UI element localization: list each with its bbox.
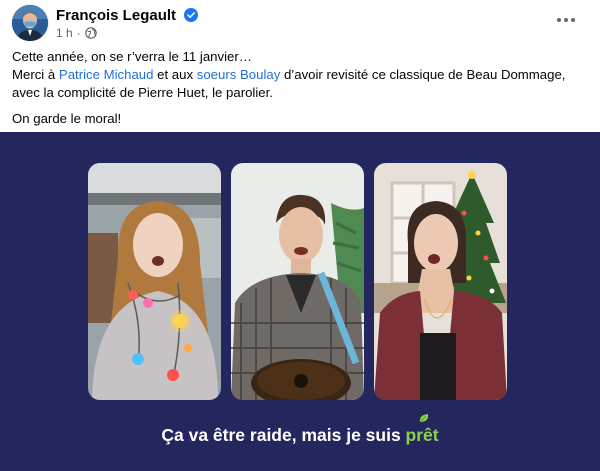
meta-separator: · (76, 26, 81, 40)
post-line-2-pre: Merci à (12, 67, 59, 82)
author-name[interactable]: François Legault (56, 7, 176, 24)
post-line-2-mid: et aux (153, 67, 197, 82)
lyrics-accent-word: prêt (405, 425, 439, 445)
lyrics-accent-word-wrap: prêt (405, 414, 439, 445)
facebook-post: François Legault 1 h · Cette année, on s… (0, 0, 600, 471)
mention-link-soeurs-boulay[interactable]: soeurs Boulay (197, 67, 281, 82)
post-timestamp[interactable]: 1 h (56, 26, 73, 40)
video-tile-singer-1 (88, 163, 221, 400)
post-paragraph-1: Cette année, on se r’verra le 11 janvier… (12, 48, 588, 102)
video-tile-singer-3 (374, 163, 507, 400)
more-options-button[interactable] (552, 10, 580, 30)
post-header: François Legault 1 h · (0, 0, 600, 46)
post-line-3: On garde le moral! (12, 111, 122, 126)
post-line-1: Cette année, on se r’verra le 11 janvier… (12, 49, 252, 64)
verified-badge-icon (184, 8, 199, 22)
video-tile-singer-2 (231, 163, 364, 400)
video-player[interactable]: Ça va être raide, mais je suis prêt (0, 132, 600, 471)
post-text: Cette année, on se r’verra le 11 janvier… (12, 48, 588, 136)
post-meta: 1 h · (56, 26, 97, 40)
author-name-row: François Legault (56, 7, 199, 24)
author-avatar[interactable] (12, 5, 48, 41)
lyrics-main-text: Ça va être raide, mais je suis (161, 425, 406, 445)
leaf-icon (419, 414, 428, 423)
globe-icon[interactable] (84, 27, 97, 39)
mention-link-patrice-michaud[interactable]: Patrice Michaud (59, 67, 154, 82)
post-paragraph-2: On garde le moral! (12, 110, 588, 128)
video-lyrics-caption: Ça va être raide, mais je suis prêt (0, 414, 600, 446)
more-options-icon (557, 18, 561, 22)
